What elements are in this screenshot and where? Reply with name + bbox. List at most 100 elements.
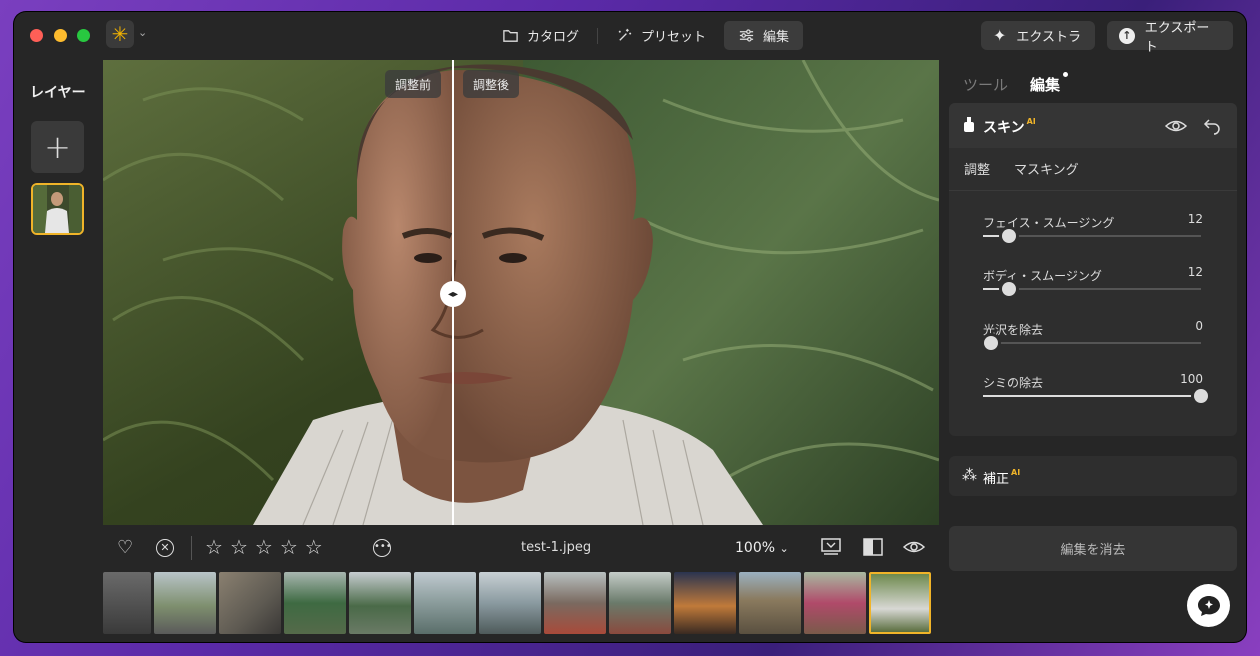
filmstrip-thumbnail[interactable] [544,572,606,634]
layer-thumbnail[interactable] [31,183,84,235]
slider-row: 光沢を除去 0 [983,319,1203,361]
ai-badge: AI [1026,117,1036,126]
panel-tabs: ツール 編集 [963,72,1069,95]
close-window-button[interactable] [30,29,43,42]
filmstrip-thumbnail[interactable] [154,572,216,634]
tab-presets[interactable]: プリセット [602,21,720,50]
ai-badge: AI [1011,468,1021,477]
image-canvas[interactable]: ◂▸ 調整前 調整後 [103,60,939,525]
heart-icon[interactable]: ♡ [117,538,133,558]
undo-icon[interactable] [1203,117,1221,135]
correction-section[interactable]: ⁂ 補正 AI [949,456,1237,496]
layer-thumbnail-image [33,185,82,233]
skin-title-text: スキン [983,120,1025,136]
subtab-adjust[interactable]: 調整 [964,159,990,178]
display-monitor-icon[interactable] [821,538,841,556]
skin-section-header[interactable]: スキン AI [949,103,1237,148]
divider [597,27,599,44]
more-options-icon[interactable]: ••• [373,539,392,557]
clear-edits-label: 編集を消去 [1060,543,1126,558]
tab-edit-panel[interactable]: 編集 [1030,72,1069,95]
extras-button[interactable]: ✦ エクストラ [981,21,1095,50]
skin-section: スキン AI 調整 マスキング フェイス・スムージング 12 ボディ・スムージング 12… [949,103,1237,436]
star-icon[interactable]: ☆ [230,536,248,558]
after-label: 調整後 [463,70,520,98]
zoom-level[interactable]: 100% ⌄ [735,540,789,556]
plus-icon: + [44,128,71,166]
slider-thumb[interactable] [1002,282,1017,296]
star-icon[interactable]: ☆ [280,536,298,558]
slider-track[interactable] [983,229,1201,243]
slider-label: シミの除去 [983,376,1044,390]
filmstrip-thumbnail[interactable] [349,572,411,634]
filmstrip-thumbnail[interactable] [674,572,736,634]
filmstrip-thumbnail[interactable] [103,572,151,634]
subtab-masking[interactable]: マスキング [1014,159,1079,178]
chat-support-button[interactable] [1187,584,1230,627]
chevron-down-icon[interactable]: ⌄ [138,26,147,39]
filmstrip-thumbnail[interactable] [414,572,476,634]
filmstrip-thumbnail[interactable] [284,572,346,634]
slider-value: 0 [1195,319,1203,333]
star-icon[interactable]: ☆ [205,536,223,558]
sparkle-burst-icon: ⁂ [962,466,977,484]
photo-preview [103,60,939,525]
slider-label: ボディ・スムージング [983,269,1102,283]
upload-icon: ↑ [1119,27,1135,44]
tab-edit[interactable]: 編集 [724,21,804,50]
main-mode-tabs: カタログ プリセット 編集 [488,21,804,50]
slider-value: 12 [1187,265,1203,279]
skin-title: スキン AI [983,117,1036,137]
star-rating[interactable]: ☆ ☆ ☆ ☆ ☆ [205,536,323,558]
layers-panel: レイヤー + [14,58,103,642]
chevron-down-icon: ⌄ [779,542,789,555]
add-layer-button[interactable]: + [31,121,84,173]
compare-split-icon[interactable] [863,538,883,556]
slider-track[interactable] [983,282,1201,296]
slider-thumb[interactable] [1002,229,1017,243]
export-button[interactable]: ↑ エクスポート [1107,21,1233,55]
slider-track[interactable] [983,336,1201,350]
divider [949,190,1237,191]
sparkle-wand-icon [618,28,632,41]
slider-thumb[interactable] [1194,389,1208,403]
before-label: 調整前 [385,70,442,98]
star-icon[interactable]: ☆ [305,536,323,558]
tab-presets-label: プリセット [641,30,707,45]
skin-subtabs: 調整 マスキング [964,159,1079,178]
app-logo-icon[interactable]: ✳ [106,20,134,48]
slider-row: フェイス・スムージング 12 [983,212,1203,254]
slider-track[interactable] [983,389,1208,403]
layers-title: レイヤー [30,85,86,101]
minimize-window-button[interactable] [54,29,67,42]
correction-title-text: 補正 [983,472,1010,487]
reject-icon[interactable]: ✕ [156,539,174,557]
filmstrip-thumbnail[interactable] [219,572,281,634]
divider [191,536,192,560]
file-name: test-1.jpeg [521,540,592,555]
filmstrip-thumbnail[interactable] [479,572,541,634]
clear-edits-button[interactable]: 編集を消去 [949,526,1237,571]
filmstrip-thumbnail[interactable] [804,572,866,634]
tab-catalog[interactable]: カタログ [488,21,593,50]
maximize-window-button[interactable] [77,29,90,42]
slider-thumb[interactable] [983,336,998,350]
filmstrip-thumbnail-selected[interactable] [869,572,931,634]
compare-split-handle[interactable]: ◂▸ [440,281,466,307]
tab-edit-label: 編集 [763,30,790,45]
filmstrip-thumbnail[interactable] [609,572,671,634]
star-icon[interactable]: ☆ [255,536,273,558]
visibility-eye-icon[interactable] [1165,118,1187,134]
adjustments-panel: ツール 編集 スキン AI 調整 マスキング フェイス・スムージング 12 ボディ・ス… [949,58,1246,642]
export-label: エクスポート [1144,20,1210,55]
slider-fill [983,395,1201,397]
eye-icon[interactable] [903,538,925,556]
extras-label: エクストラ [1016,30,1082,45]
tab-tools[interactable]: ツール [963,74,1008,95]
slider-label: フェイス・スムージング [983,216,1115,230]
tab-catalog-label: カタログ [527,30,580,45]
sliders-icon [739,29,754,42]
slider-value: 100 [1180,372,1203,386]
zoom-value: 100% [735,540,776,556]
filmstrip-thumbnail[interactable] [739,572,801,634]
